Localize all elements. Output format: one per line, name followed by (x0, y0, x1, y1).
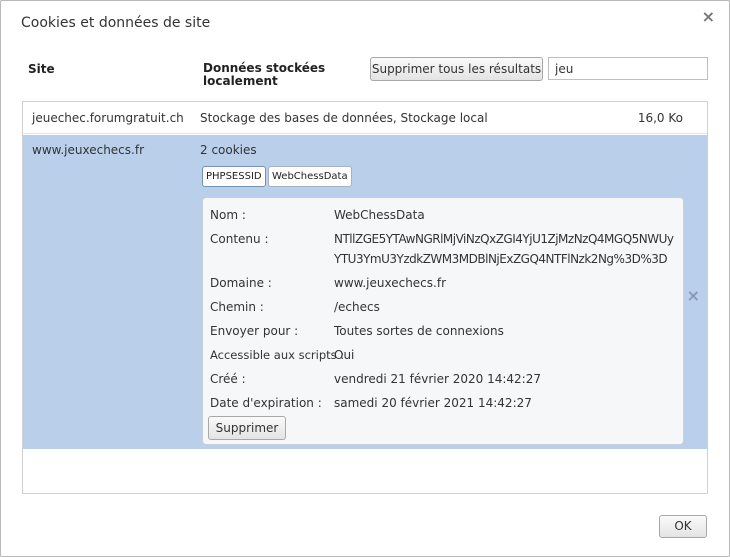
list-item-selected[interactable]: www.jeuxechecs.fr 2 cookies PHPSESSID We… (23, 135, 707, 449)
detail-label: Accessible aux scripts : (210, 348, 345, 362)
detail-label: Créé : (210, 372, 246, 386)
ok-button[interactable]: OK (659, 515, 707, 538)
detail-value: vendredi 21 février 2020 14:42:27 (334, 372, 541, 386)
detail-label: Contenu : (210, 232, 269, 246)
stored-data-summary: Stockage des bases de données, Stockage … (200, 111, 488, 125)
site-name: www.jeuxechecs.fr (32, 143, 145, 157)
cookie-chip-phpsessid[interactable]: PHPSESSID (202, 166, 266, 187)
cookie-details-panel: Nom : WebChessData Contenu : NTllZGE5YTA… (202, 197, 684, 445)
detail-label: Envoyer pour : (210, 324, 299, 338)
delete-cookie-button[interactable]: Supprimer (208, 416, 286, 440)
detail-label: Nom : (210, 208, 246, 222)
detail-value: www.jeuxechecs.fr (334, 276, 447, 290)
detail-value: WebChessData (334, 208, 425, 222)
close-icon[interactable]: × (702, 9, 715, 25)
detail-value: Oui (334, 348, 355, 362)
remove-site-icon[interactable]: × (687, 286, 700, 305)
search-input[interactable] (548, 57, 708, 80)
column-header-data: Données stockées localement (203, 61, 326, 88)
cookie-chip-webchessdata[interactable]: WebChessData (268, 166, 352, 187)
site-name: jeuechec.forumgratuit.ch (32, 111, 184, 125)
dialog-title: Cookies et données de site (21, 15, 211, 31)
detail-value: samedi 20 février 2021 14:42:27 (334, 396, 532, 410)
detail-value: /echecs (334, 300, 380, 314)
column-header-site: Site (28, 62, 55, 76)
detail-value: NTllZGE5YTAwNGRlMjViNzQxZGI4YjU1ZjMzNzQ4… (334, 232, 674, 266)
detail-label: Chemin : (210, 300, 264, 314)
detail-value: Toutes sortes de connexions (334, 324, 504, 338)
delete-all-results-button[interactable]: Supprimer tous les résultats (370, 57, 543, 81)
cookie-count: 2 cookies (200, 143, 257, 157)
site-list: jeuechec.forumgratuit.ch Stockage des ba… (22, 101, 708, 494)
stored-data-size: 16,0 Ko (637, 111, 683, 125)
detail-label: Domaine : (210, 276, 272, 290)
cookies-dialog: Cookies et données de site × Site Donnée… (0, 0, 730, 557)
list-item[interactable]: jeuechec.forumgratuit.ch Stockage des ba… (23, 102, 707, 134)
detail-label: Date d'expiration : (210, 396, 322, 410)
